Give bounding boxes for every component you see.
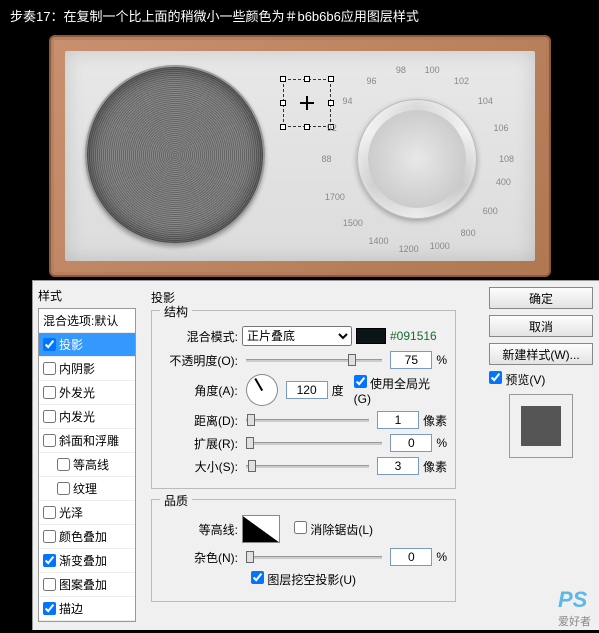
blend-options-row[interactable]: 混合选项:默认	[39, 309, 135, 333]
panel-title: 投影	[151, 289, 456, 306]
new-style-button[interactable]: 新建样式(W)...	[489, 343, 593, 365]
ok-button[interactable]: 确定	[489, 287, 593, 309]
dial-tick: 102	[454, 76, 469, 86]
distance-input[interactable]	[377, 411, 419, 429]
blend-mode-select[interactable]: 正片叠底	[242, 326, 352, 346]
style-row-内阴影[interactable]: 内阴影	[39, 357, 135, 381]
knob	[357, 99, 477, 219]
structure-group: 结构 混合模式: 正片叠底 #091516 不透明度(O): % 角度(A): …	[151, 310, 456, 489]
dial-tick: 1400	[368, 236, 388, 246]
preview-checkbox[interactable]: 预览(V)	[489, 371, 593, 388]
dial-tick: 100	[425, 65, 440, 75]
noise-label: 杂色(N):	[160, 549, 238, 566]
noise-input[interactable]	[390, 548, 432, 566]
spread-slider[interactable]	[246, 436, 382, 450]
antialias-checkbox[interactable]: 消除锯齿(L)	[294, 521, 373, 538]
anchor-point-icon	[300, 96, 314, 110]
style-row-投影[interactable]: 投影	[39, 333, 135, 357]
style-row-等高线[interactable]: 等高线	[39, 453, 135, 477]
dial-tick: 94	[343, 96, 353, 106]
dial-tick: 98	[396, 65, 406, 75]
size-label: 大小(S):	[160, 458, 238, 475]
spread-label: 扩展(R):	[160, 435, 238, 452]
dial-tick: 108	[499, 154, 514, 164]
style-row-内发光[interactable]: 内发光	[39, 405, 135, 429]
layer-style-dialog: 样式 混合选项:默认 投影内阴影外发光内发光斜面和浮雕等高线纹理光泽颜色叠加渐变…	[32, 280, 599, 630]
dial-tick: 1200	[399, 244, 419, 254]
global-light-checkbox[interactable]: 使用全局光(G)	[354, 375, 447, 406]
preview-swatch	[509, 394, 573, 458]
dial-tick: 1000	[430, 241, 450, 251]
dial-tick: 1700	[325, 192, 345, 202]
spread-input[interactable]	[390, 434, 432, 452]
contour-picker[interactable]	[242, 515, 280, 543]
speaker-grille	[85, 65, 265, 245]
dial-tick: 96	[366, 76, 376, 86]
dial-tick: 106	[494, 123, 509, 133]
dial-tick: 104	[478, 96, 493, 106]
hex-annotation: #091516	[390, 329, 437, 343]
style-row-颜色叠加[interactable]: 颜色叠加	[39, 525, 135, 549]
noise-slider[interactable]	[246, 550, 382, 564]
styles-column-title: 样式	[38, 285, 136, 308]
quality-group: 品质 等高线: 消除锯齿(L) 杂色(N): % 图层挖空投影(U)	[151, 499, 456, 602]
angle-dial[interactable]	[246, 374, 278, 406]
quality-label: 品质	[160, 492, 192, 509]
size-slider[interactable]	[246, 459, 369, 473]
opacity-slider[interactable]	[246, 353, 382, 367]
blend-mode-label: 混合模式:	[160, 328, 238, 345]
dial-tick: 1500	[343, 218, 363, 228]
dial-tick: 92	[327, 123, 337, 133]
style-row-渐变叠加[interactable]: 渐变叠加	[39, 549, 135, 573]
style-row-图案叠加[interactable]: 图案叠加	[39, 573, 135, 597]
style-row-斜面和浮雕[interactable]: 斜面和浮雕	[39, 429, 135, 453]
style-row-外发光[interactable]: 外发光	[39, 381, 135, 405]
dial-tick: 800	[461, 228, 476, 238]
tuning-dial: 88 92 94 96 98 100 102 104 106 108 400 600 800 1000 12…	[317, 59, 517, 259]
opacity-label: 不透明度(O):	[160, 352, 238, 369]
style-row-纹理[interactable]: 纹理	[39, 477, 135, 501]
radio-panel: 88 92 94 96 98 100 102 104 106 108 400 600 800 1000 12…	[65, 51, 535, 261]
angle-input[interactable]	[286, 381, 328, 399]
angle-label: 角度(A):	[160, 382, 238, 399]
style-row-光泽[interactable]: 光泽	[39, 501, 135, 525]
shadow-color-swatch[interactable]	[356, 328, 386, 344]
step-caption: 步奏17：在复制一个比上面的稍微小一些颜色为＃b6b6b6应用图层样式	[0, 0, 599, 31]
distance-slider[interactable]	[246, 413, 369, 427]
opacity-input[interactable]	[390, 351, 432, 369]
dial-tick: 400	[496, 177, 511, 187]
watermark: PS爱好者	[558, 587, 591, 629]
knockout-checkbox[interactable]: 图层挖空投影(U)	[251, 571, 356, 588]
cancel-button[interactable]: 取消	[489, 315, 593, 337]
style-row-描边[interactable]: 描边	[39, 597, 135, 621]
dial-tick: 88	[321, 154, 331, 164]
contour-label: 等高线:	[160, 521, 238, 538]
structure-label: 结构	[160, 303, 192, 320]
radio-mockup: 88 92 94 96 98 100 102 104 106 108 400 600 800 1000 12…	[49, 35, 551, 277]
size-input[interactable]	[377, 457, 419, 475]
styles-list: 混合选项:默认 投影内阴影外发光内发光斜面和浮雕等高线纹理光泽颜色叠加渐变叠加图…	[38, 308, 136, 622]
dial-tick: 600	[483, 206, 498, 216]
distance-label: 距离(D):	[160, 412, 238, 429]
